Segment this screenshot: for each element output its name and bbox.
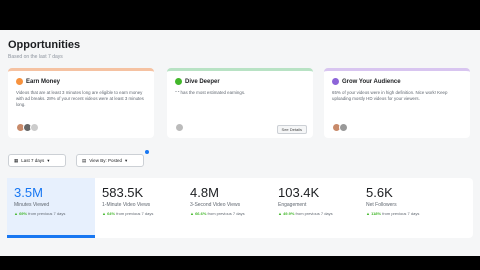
avatar <box>339 123 348 132</box>
metric-1-minute-views[interactable]: 583.5K 1-Minute Video Views ▲ 64% from p… <box>95 178 183 238</box>
grow-audience-card[interactable]: Grow Your Audience 65% of your videos we… <box>324 68 470 138</box>
chart-icon <box>175 78 182 85</box>
metric-change: ▲ 49.9% from previous 7 days <box>278 211 333 216</box>
calendar-icon: ▦ <box>14 157 19 163</box>
view-by-dropdown[interactable]: ▤ View By: Posted ▾ <box>76 154 144 167</box>
card-title: Grow Your Audience <box>342 78 401 85</box>
metrics-row: 3.5M Minutes Viewed ▲ 69% from previous … <box>7 178 473 238</box>
metric-value: 583.5K <box>102 185 144 200</box>
metric-value: 3.5M <box>14 185 43 200</box>
view-icon: ▤ <box>82 157 87 163</box>
insights-panel: Opportunities Based on the last 7 days E… <box>0 30 480 256</box>
metric-label: 1-Minute Video Views <box>102 202 151 208</box>
date-range-label: Last 7 days <box>21 158 45 163</box>
metric-label: 3-Second Video Views <box>190 202 241 208</box>
metric-label: Net Followers <box>366 202 397 208</box>
avatar-group <box>16 123 39 132</box>
notification-dot <box>145 150 149 154</box>
chevron-down-icon: ▾ <box>47 157 50 163</box>
earn-money-card[interactable]: Earn Money Videos that are at least 3 mi… <box>8 68 154 138</box>
metric-change: ▲ 69% from previous 7 days <box>14 211 66 216</box>
card-body: " " has the most estimated earnings. <box>175 90 246 95</box>
dollar-icon <box>16 78 23 85</box>
avatar-group <box>332 123 348 132</box>
metric-value: 5.6K <box>366 185 393 200</box>
dive-deeper-card[interactable]: Dive Deeper " " has the most estimated e… <box>167 68 313 138</box>
avatar <box>30 123 39 132</box>
view-by-label: View By: Posted <box>89 158 122 163</box>
metric-value: 4.8M <box>190 185 219 200</box>
page-title: Opportunities <box>8 39 81 51</box>
metric-label: Engagement <box>278 202 307 208</box>
card-title: Earn Money <box>26 78 61 85</box>
metric-value: 103.4K <box>278 185 320 200</box>
metric-minutes-viewed[interactable]: 3.5M Minutes Viewed ▲ 69% from previous … <box>7 178 95 238</box>
metric-net-followers[interactable]: 5.6K Net Followers ▲ 118% from previous … <box>359 178 447 238</box>
metric-3-second-views[interactable]: 4.8M 3-Second Video Views ▲ 66.6% from p… <box>183 178 271 238</box>
people-icon <box>332 78 339 85</box>
page-subtitle: Based on the last 7 days <box>8 54 63 60</box>
metric-label: Minutes Viewed <box>14 202 50 208</box>
metric-change: ▲ 64% from previous 7 days <box>102 211 154 216</box>
avatar-group <box>175 123 184 132</box>
metric-change: ▲ 66.6% from previous 7 days <box>190 211 245 216</box>
card-title: Dive Deeper <box>185 78 220 85</box>
avatar <box>175 123 184 132</box>
metric-engagement[interactable]: 103.4K Engagement ▲ 49.9% from previous … <box>271 178 359 238</box>
card-body: Videos that are at least 3 minutes long … <box>16 90 144 107</box>
chevron-down-icon: ▾ <box>124 157 128 163</box>
metric-change: ▲ 118% from previous 7 days <box>366 211 420 216</box>
see-details-button[interactable]: See Details <box>276 125 307 134</box>
card-body: 65% of your videos were in high definiti… <box>332 90 448 101</box>
date-range-dropdown[interactable]: ▦ Last 7 days ▾ <box>8 154 66 167</box>
